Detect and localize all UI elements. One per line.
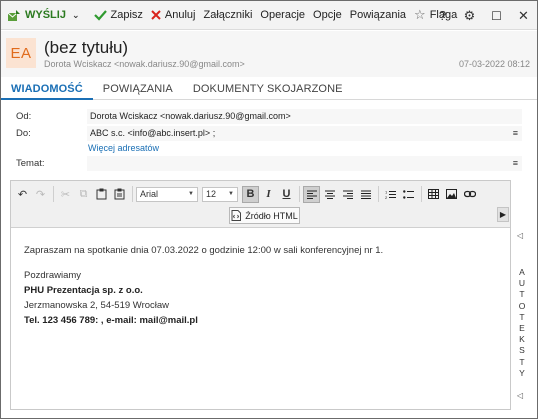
body-address: Jerzmanowska 2, 54-519 Wrocław	[24, 300, 170, 311]
to-value: ABC s.c. <info@abc.insert.pl> ;	[90, 128, 216, 138]
send-label: WYŚLIJ	[25, 9, 66, 21]
save-check-icon	[93, 9, 107, 21]
align-center-icon[interactable]	[321, 186, 338, 203]
tab-message[interactable]: WIADOMOŚĆ	[1, 78, 93, 100]
collapse-left-icon[interactable]: ◁	[517, 231, 523, 240]
cancel-button[interactable]: Anuluj	[147, 1, 200, 30]
undo-icon[interactable]: ↶	[14, 186, 31, 203]
attachments-button[interactable]: Załączniki	[199, 1, 256, 30]
tab-bar: WIADOMOŚĆ POWIĄZANIA DOKUMENTY SKOJARZON…	[1, 78, 537, 100]
cancel-label: Anuluj	[164, 9, 196, 21]
font-size-select[interactable]: 12 ▼	[202, 186, 238, 202]
list-menu-icon[interactable]: ≡	[513, 156, 518, 171]
chevron-down-icon[interactable]: ⌄	[72, 10, 80, 21]
list-menu-icon[interactable]: ≡	[513, 126, 518, 141]
toolbar-divider	[132, 186, 133, 202]
align-justify-icon[interactable]	[357, 186, 374, 203]
body-contact: Tel. 123 456 789: , e-mail: mail@mail.pl	[24, 315, 198, 326]
send-icon	[7, 9, 21, 22]
from-field[interactable]: Dorota Wciskacz <nowak.dariusz.90@gmail.…	[87, 109, 522, 124]
font-family-select[interactable]: Arial ▼	[136, 186, 198, 202]
cut-icon[interactable]: ✂	[57, 186, 74, 203]
maximize-icon[interactable]: ☐	[483, 9, 510, 23]
cancel-x-icon	[151, 10, 161, 20]
underline-button[interactable]: U	[278, 186, 295, 203]
email-compose-window: WYŚLIJ ⌄ Zapisz Anuluj Załączniki Operac…	[0, 0, 538, 419]
toolbar-divider	[299, 186, 300, 202]
save-label: Zapisz	[110, 9, 143, 21]
collapse-left-icon[interactable]: ◁	[517, 391, 523, 400]
to-label: Do:	[16, 128, 31, 139]
tab-relations[interactable]: POWIĄZANIA	[93, 78, 183, 100]
sender-address: Dorota Wciskacz <nowak.dariusz.90@gmail.…	[44, 59, 245, 69]
from-label: Od:	[16, 111, 32, 122]
numbered-list-icon[interactable]: 12	[382, 186, 399, 203]
toolbar-divider	[421, 186, 422, 202]
bold-label: B	[246, 188, 255, 200]
tab-linked-documents[interactable]: DOKUMENTY SKOJARZONE	[183, 78, 353, 100]
paste-icon[interactable]	[93, 186, 110, 203]
body-line: Zapraszam na spotkanie dnia 07.03.2022 o…	[24, 245, 384, 256]
redo-icon[interactable]: ↷	[32, 186, 49, 203]
bullet-list-icon[interactable]	[400, 186, 417, 203]
html-source-button[interactable]: Źródło HTML	[229, 207, 300, 224]
rich-text-editor: ↶ ↷ ✂ ⧉ Arial ▼ 12 ▼ B I U 1 2 Źródło HT…	[10, 180, 511, 410]
autotext-panel: ◁ AUTOTEKSTY ◁	[514, 231, 528, 411]
underline-label: U	[282, 188, 291, 200]
main-toolbar: WYŚLIJ ⌄ Zapisz Anuluj Załączniki Operac…	[1, 1, 537, 30]
font-family-value: Arial	[140, 189, 159, 199]
caret-down-icon: ▼	[228, 191, 234, 197]
message-date: 07-03-2022 08:12	[458, 59, 530, 69]
options-button[interactable]: Opcje	[309, 1, 346, 30]
body-company: PHU Prezentacja sp. z o.o.	[24, 285, 143, 296]
toolbar-divider	[53, 186, 54, 202]
toolbar-divider	[378, 186, 379, 202]
to-field[interactable]: ABC s.c. <info@abc.insert.pl> ; ≡	[87, 126, 522, 141]
gear-icon[interactable]: ⚙	[456, 8, 483, 24]
more-recipients-link[interactable]: Więcej adresatów	[88, 143, 159, 153]
window-controls: ? ⚙ ☐ ✕	[429, 1, 537, 30]
save-button[interactable]: Zapisz	[90, 1, 147, 30]
help-icon[interactable]: ?	[429, 8, 456, 23]
table-icon[interactable]	[425, 186, 442, 203]
page-title: (bez tytułu)	[44, 38, 129, 57]
html-source-label: Źródło HTML	[245, 210, 298, 221]
close-icon[interactable]: ✕	[510, 8, 537, 24]
star-icon: ☆	[414, 7, 426, 22]
subject-label: Temat:	[16, 158, 45, 169]
copy-icon[interactable]: ⧉	[75, 186, 92, 203]
message-header: EA (bez tytułu) Dorota Wciskacz <nowak.d…	[1, 31, 537, 77]
link-icon[interactable]	[461, 186, 478, 203]
subject-field[interactable]: ≡	[87, 156, 522, 171]
expand-toolbar-icon[interactable]: ▶	[497, 207, 509, 222]
body-greeting: Pozdrawiamy	[24, 270, 82, 281]
source-code-icon	[231, 210, 242, 221]
italic-label: I	[266, 188, 271, 200]
caret-down-icon: ▼	[188, 191, 194, 197]
relations-button[interactable]: Powiązania	[346, 1, 410, 30]
bold-button[interactable]: B	[242, 185, 259, 203]
operations-button[interactable]: Operacje	[256, 1, 309, 30]
from-value: Dorota Wciskacz <nowak.dariusz.90@gmail.…	[90, 111, 291, 121]
svg-text:2: 2	[385, 195, 388, 199]
send-button[interactable]: WYŚLIJ ⌄	[1, 1, 84, 30]
autotext-label[interactable]: AUTOTEKSTY	[518, 267, 526, 379]
align-right-icon[interactable]	[339, 186, 356, 203]
align-left-icon[interactable]	[303, 185, 320, 203]
paste-text-icon[interactable]	[111, 186, 128, 203]
italic-button[interactable]: I	[260, 186, 277, 203]
image-icon[interactable]	[443, 186, 460, 203]
font-size-value: 12	[206, 189, 217, 199]
editor-toolbar: ↶ ↷ ✂ ⧉ Arial ▼ 12 ▼ B I U 1 2 Źródło HT…	[11, 181, 510, 228]
avatar: EA	[6, 38, 36, 68]
svg-text:1: 1	[385, 190, 388, 195]
